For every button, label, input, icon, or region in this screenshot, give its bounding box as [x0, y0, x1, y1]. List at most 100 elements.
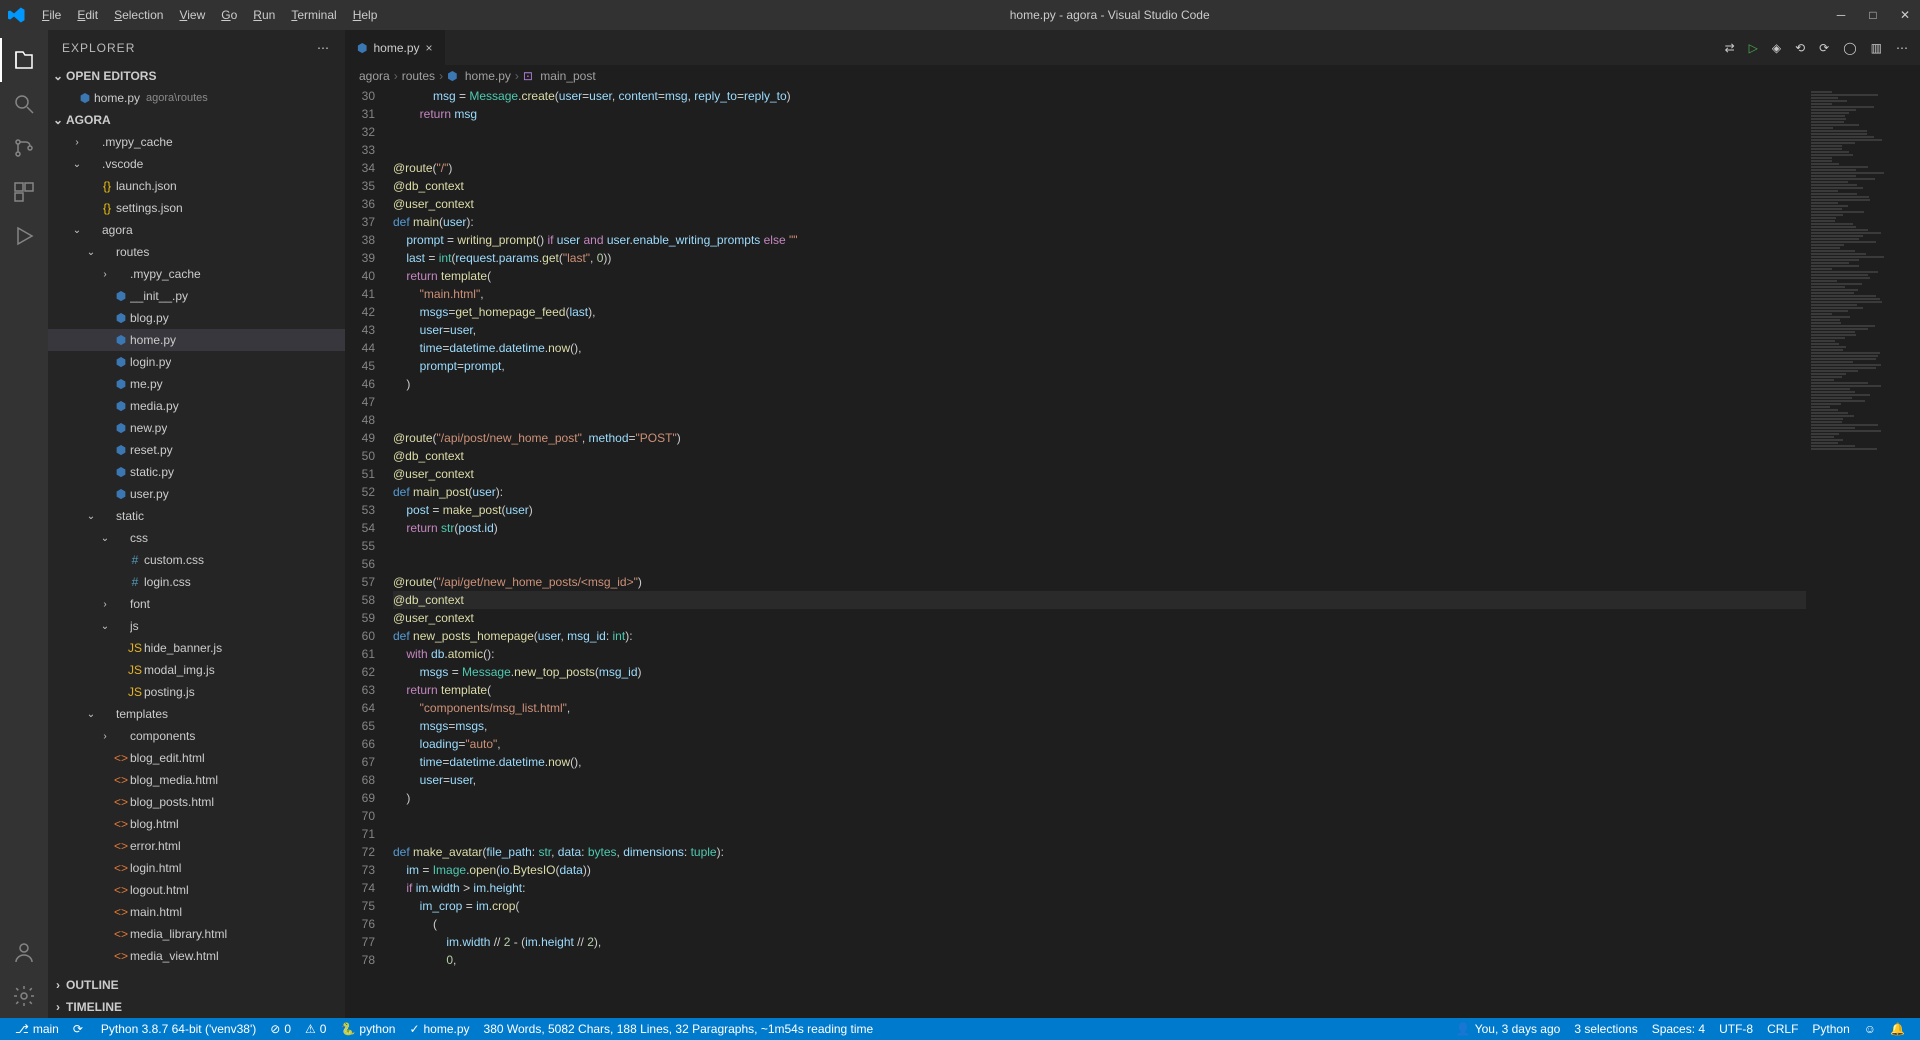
tree-item[interactable]: ⌄.vscode [48, 153, 345, 175]
breadcrumbs[interactable]: agora›routes›⬢ home.py›⊡ main_post [345, 65, 1920, 87]
status-item[interactable]: ✓home.py [402, 1022, 476, 1036]
status-item[interactable]: 👤You, 3 days ago [1449, 1022, 1568, 1036]
breadcrumb-item[interactable]: agora [359, 69, 390, 83]
breadcrumb-item[interactable]: ⬢ home.py [447, 69, 511, 83]
status-item[interactable]: ⎇main [8, 1022, 66, 1036]
status-item[interactable]: ☺ [1857, 1022, 1883, 1036]
status-item[interactable]: CRLF [1760, 1022, 1805, 1036]
status-item[interactable]: 🔔 [1883, 1022, 1912, 1036]
status-item[interactable]: ⟳ [66, 1022, 94, 1036]
tree-item[interactable]: <>blog_edit.html [48, 747, 345, 769]
status-item[interactable]: Python [1805, 1022, 1856, 1036]
sidebar-more-icon[interactable]: ⋯ [317, 41, 331, 55]
tree-item[interactable]: ⬢login.py [48, 351, 345, 373]
status-item[interactable]: ⚠0 [298, 1022, 333, 1036]
status-item[interactable]: UTF-8 [1712, 1022, 1760, 1036]
tree-item[interactable]: ⌄css [48, 527, 345, 549]
tree-item[interactable]: <>blog_media.html [48, 769, 345, 791]
activity-extensions[interactable] [0, 170, 48, 214]
section-open-editors[interactable]: ⌄OPEN EDITORS [48, 65, 345, 87]
tree-item[interactable]: ⬢static.py [48, 461, 345, 483]
file-icon: <> [112, 817, 130, 831]
vertical-scrollbar[interactable] [1906, 87, 1920, 1018]
compare-icon[interactable]: ⇄ [1725, 41, 1735, 55]
tree-item[interactable]: ⬢user.py [48, 483, 345, 505]
tree-item[interactable]: <>error.html [48, 835, 345, 857]
tree-item[interactable]: <>media_library.html [48, 923, 345, 945]
tree-item[interactable]: {}launch.json [48, 175, 345, 197]
tree-item[interactable]: ›components [48, 725, 345, 747]
activity-account[interactable] [0, 930, 48, 974]
activity-run[interactable] [0, 214, 48, 258]
maximize-button[interactable]: □ [1866, 8, 1880, 22]
file-icon: {} [98, 179, 116, 193]
menu-run[interactable]: Run [245, 8, 283, 22]
tree-item[interactable]: <>logout.html [48, 879, 345, 901]
file-icon: # [126, 575, 144, 589]
tree-item[interactable]: ›font [48, 593, 345, 615]
status-item[interactable]: 🐍python [333, 1022, 402, 1036]
close-button[interactable]: ✕ [1898, 8, 1912, 22]
status-item[interactable]: ⊘0 [263, 1022, 298, 1036]
git-icon[interactable]: ◯ [1843, 41, 1856, 55]
more-icon[interactable]: ⋯ [1896, 41, 1908, 55]
tree-item[interactable]: ›.mypy_cache [48, 263, 345, 285]
breadcrumb-item[interactable]: routes [402, 69, 435, 83]
tree-item[interactable]: JSmodal_img.js [48, 659, 345, 681]
menu-selection[interactable]: Selection [106, 8, 171, 22]
section-outline[interactable]: ›OUTLINE [48, 974, 345, 996]
code-lines[interactable]: msg = Message.create(user=user, content=… [393, 87, 1806, 1018]
tree-item[interactable]: <>blog_posts.html [48, 791, 345, 813]
tree-item[interactable]: <>media_view.html [48, 945, 345, 967]
tree-item[interactable]: #login.css [48, 571, 345, 593]
menu-file[interactable]: File [34, 8, 69, 22]
tree-item[interactable]: ⬢new.py [48, 417, 345, 439]
tree-item[interactable]: ⌄templates [48, 703, 345, 725]
tree-item[interactable]: JSposting.js [48, 681, 345, 703]
tree-item[interactable]: ⌄static [48, 505, 345, 527]
minimap[interactable] [1806, 87, 1906, 1018]
breadcrumb-item[interactable]: ⊡ main_post [523, 69, 596, 83]
debug-icon[interactable]: ◈ [1772, 41, 1781, 55]
tree-item[interactable]: ⬢media.py [48, 395, 345, 417]
activity-source-control[interactable] [0, 126, 48, 170]
menu-terminal[interactable]: Terminal [283, 8, 344, 22]
menu-help[interactable]: Help [345, 8, 386, 22]
section-project[interactable]: ⌄AGORA [48, 109, 345, 131]
tab-home-py[interactable]: ⬢ home.py × [345, 30, 446, 65]
tree-item[interactable]: ⬢me.py [48, 373, 345, 395]
activity-explorer[interactable] [0, 38, 48, 82]
tree-item[interactable]: ›.mypy_cache [48, 131, 345, 153]
activity-search[interactable] [0, 82, 48, 126]
open-editor-item[interactable]: ⬢home.pyagora\routes [48, 87, 345, 109]
menu-edit[interactable]: Edit [69, 8, 106, 22]
status-item[interactable]: 380 Words, 5082 Chars, 188 Lines, 32 Par… [477, 1022, 881, 1036]
tree-item[interactable]: ⬢blog.py [48, 307, 345, 329]
tree-item[interactable]: {}settings.json [48, 197, 345, 219]
tree-item[interactable]: ⌄agora [48, 219, 345, 241]
tree-item[interactable]: #custom.css [48, 549, 345, 571]
status-item[interactable]: Spaces: 4 [1645, 1022, 1712, 1036]
tree-item[interactable]: ⬢reset.py [48, 439, 345, 461]
tree-item[interactable]: ⌄routes [48, 241, 345, 263]
run-icon[interactable]: ▷ [1749, 41, 1758, 55]
nav-forward-icon[interactable]: ⟳ [1819, 41, 1829, 55]
tree-item[interactable]: JShide_banner.js [48, 637, 345, 659]
close-tab-icon[interactable]: × [426, 41, 433, 55]
menu-go[interactable]: Go [213, 8, 245, 22]
activity-settings[interactable] [0, 974, 48, 1018]
tree-item[interactable]: ⌄js [48, 615, 345, 637]
tree-item[interactable]: <>login.html [48, 857, 345, 879]
status-item[interactable]: Python 3.8.7 64-bit ('venv38') [94, 1022, 263, 1036]
section-timeline[interactable]: ›TIMELINE [48, 996, 345, 1018]
status-item[interactable]: 3 selections [1567, 1022, 1644, 1036]
nav-back-icon[interactable]: ⟲ [1795, 41, 1805, 55]
menu-view[interactable]: View [171, 8, 213, 22]
tree-item[interactable]: ⬢home.py [48, 329, 345, 351]
tree-item[interactable]: ⬢__init__.py [48, 285, 345, 307]
split-editor-icon[interactable]: ▥ [1871, 41, 1882, 55]
minimize-button[interactable]: ─ [1834, 8, 1848, 22]
code-editor[interactable]: 3031323334353637383940414243444546474849… [345, 87, 1806, 1018]
tree-item[interactable]: <>main.html [48, 901, 345, 923]
tree-item[interactable]: <>blog.html [48, 813, 345, 835]
